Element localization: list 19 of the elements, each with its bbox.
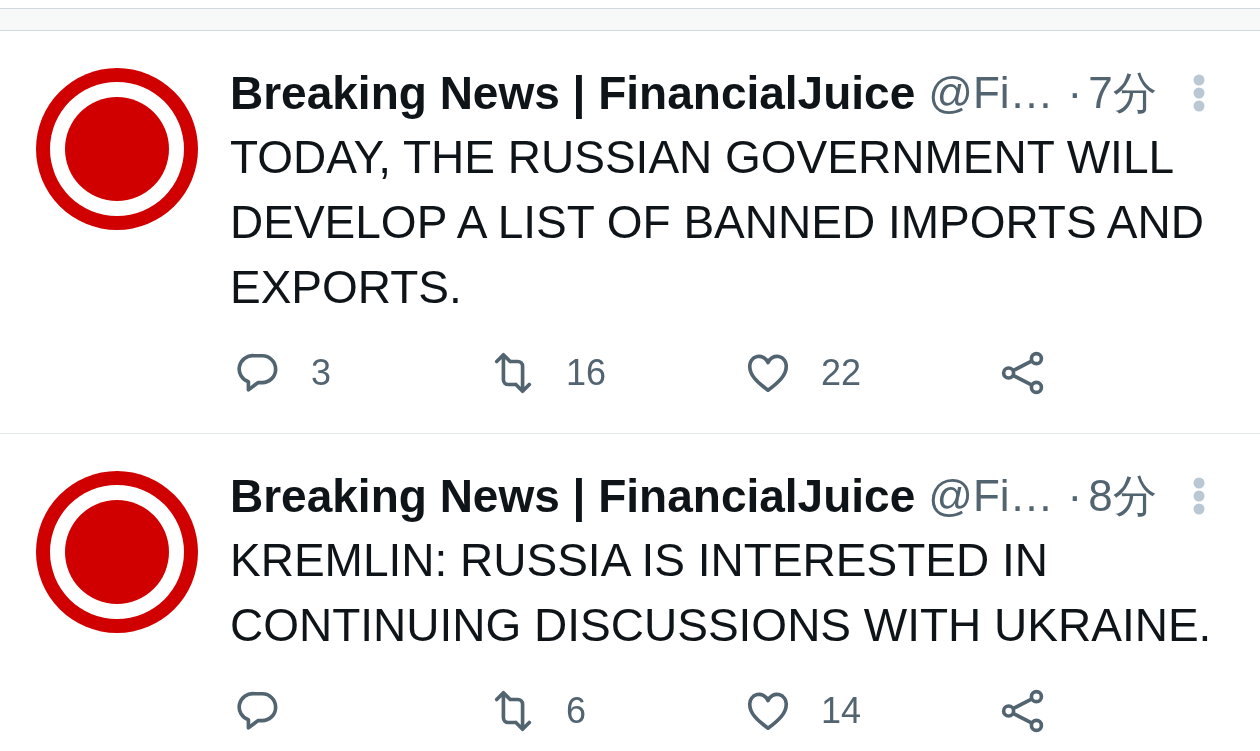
share-nodes-icon[interactable] xyxy=(1000,688,1046,734)
like-button[interactable]: 14 xyxy=(745,688,1000,734)
tweet-text: KREMLIN: RUSSIA IS INTERESTED IN CONTINUING DISCUSSIONS WITH UKRAINE. xyxy=(230,533,1213,653)
avatar-logo-icon[interactable] xyxy=(36,471,198,633)
separator-dot: · xyxy=(1067,67,1083,119)
tweet-text: TODAY, THE RUSSIAN GOVERNMENT WILL DEVELOP A LIST OF BANNED IMPORTS AND EXPORTS. xyxy=(230,130,1205,315)
separator-dot: · xyxy=(1067,470,1083,522)
timestamp[interactable]: 8分 xyxy=(1088,463,1157,529)
author-handle: @Fi… xyxy=(928,470,1054,522)
retweet-button[interactable]: 16 xyxy=(490,350,745,396)
author-handle: @Fi… xyxy=(928,67,1054,119)
timestamp[interactable]: 7分 xyxy=(1088,60,1157,126)
reply-button[interactable]: 3 xyxy=(235,350,490,396)
like-button[interactable]: 22 xyxy=(745,350,1000,396)
share-nodes-icon[interactable] xyxy=(1000,350,1046,396)
author-name[interactable]: Breaking News | FinancialJuice xyxy=(230,461,916,531)
avatar-logo-icon[interactable] xyxy=(36,68,198,230)
retweet-button[interactable]: 6 xyxy=(490,688,745,734)
author-name[interactable]: Breaking News | FinancialJuice xyxy=(230,58,916,128)
